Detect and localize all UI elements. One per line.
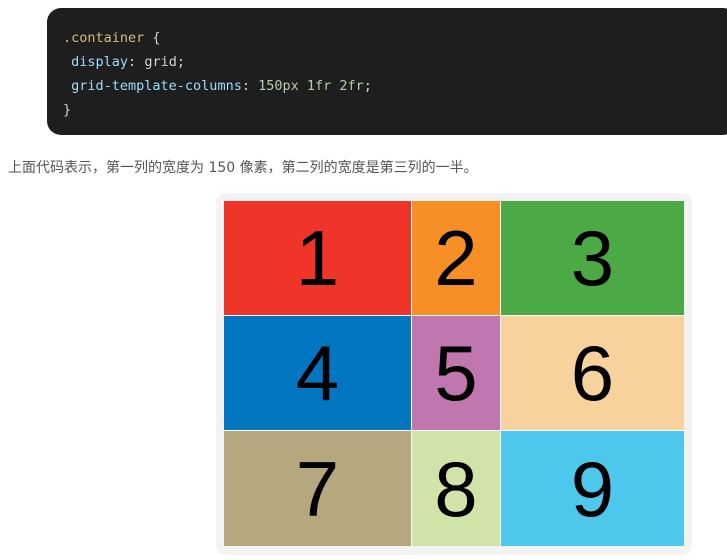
- grid-item-4: 4: [224, 316, 411, 430]
- code-block: .container { display: grid; grid-templat…: [47, 8, 727, 135]
- code-line-selector: .container {: [63, 26, 721, 50]
- code-line-close: }: [63, 98, 721, 122]
- code-num-2: 1fr: [306, 78, 332, 94]
- code-prop-columns: grid-template-columns: [71, 78, 242, 94]
- code-line-display: display: grid;: [71, 54, 185, 70]
- grid-item-9: 9: [501, 431, 684, 546]
- grid-item-6: 6: [501, 316, 684, 430]
- code-num-1: 150px: [258, 78, 299, 94]
- grid-demo: 1 2 3 4 5 6 7 8 9: [224, 201, 684, 546]
- code-prop-display: display: [71, 54, 129, 70]
- code-open-brace: {: [144, 30, 161, 46]
- grid-item-7: 7: [224, 431, 411, 546]
- code-value-display: grid;: [144, 54, 185, 70]
- grid-item-1: 1: [224, 201, 411, 315]
- code-semicolon: ;: [363, 78, 372, 94]
- code-selector: .container: [63, 30, 145, 46]
- code-line-columns: grid-template-columns: 150px 1fr 2fr;: [71, 78, 372, 94]
- code-num-3: 2fr: [339, 78, 364, 94]
- code-close-brace: }: [63, 102, 72, 118]
- description-text: 上面代码表示，第一列的宽度为 150 像素，第二列的宽度是第三列的一半。: [8, 160, 478, 176]
- grid-item-2: 2: [412, 201, 500, 315]
- grid-item-3: 3: [501, 201, 684, 315]
- grid-item-8: 8: [412, 431, 500, 546]
- grid-item-5: 5: [412, 316, 500, 430]
